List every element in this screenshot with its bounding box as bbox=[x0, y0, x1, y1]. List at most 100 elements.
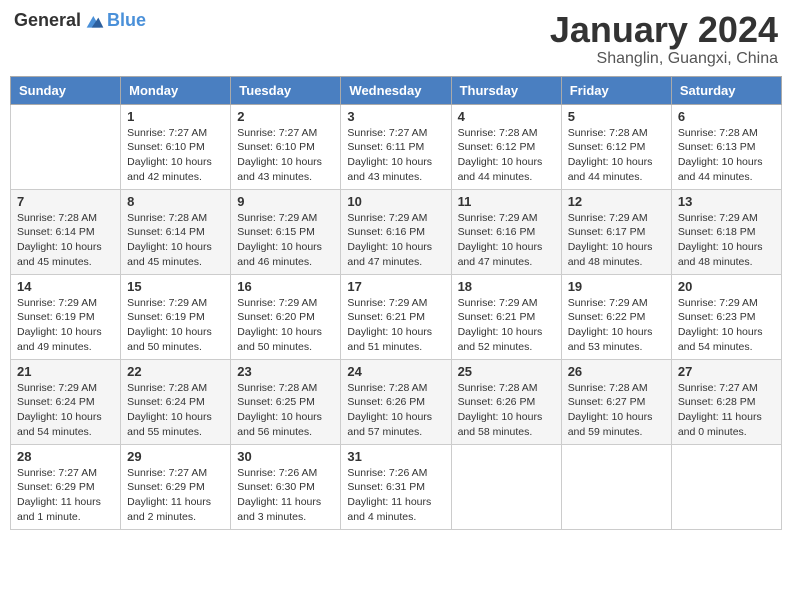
calendar-cell: 7Sunrise: 7:28 AMSunset: 6:14 PMDaylight… bbox=[11, 189, 121, 274]
day-number: 13 bbox=[678, 194, 775, 209]
calendar-cell: 5Sunrise: 7:28 AMSunset: 6:12 PMDaylight… bbox=[561, 104, 671, 189]
day-number: 25 bbox=[458, 364, 555, 379]
calendar-cell: 21 Sunrise: 7:29 AMSunset: 6:24 PMDayligh… bbox=[11, 359, 121, 444]
day-number: 31 bbox=[347, 449, 444, 464]
day-number: 23 bbox=[237, 364, 334, 379]
day-info: Sunrise: 7:29 AMSunset: 6:19 PMDaylight:… bbox=[127, 296, 224, 355]
calendar-cell: 23 Sunrise: 7:28 AMSunset: 6:25 PMDayligh… bbox=[231, 359, 341, 444]
day-number: 3 bbox=[347, 109, 444, 124]
day-number: 12 bbox=[568, 194, 665, 209]
day-info: Sunrise: 7:27 AMSunset: 6:11 PMDaylight:… bbox=[347, 126, 444, 185]
day-info: Sunrise: 7:28 AMSunset: 6:12 PMDaylight:… bbox=[458, 126, 555, 185]
day-info: Sunrise: 7:28 AMSunset: 6:26 PMDaylight:… bbox=[347, 381, 444, 440]
calendar-cell: 14 Sunrise: 7:29 AMSunset: 6:19 PMDayligh… bbox=[11, 274, 121, 359]
day-info: Sunrise: 7:27 AMSunset: 6:29 PMDaylight:… bbox=[17, 466, 114, 525]
calendar-cell: 4 Sunrise: 7:28 AMSunset: 6:12 PMDaylight… bbox=[451, 104, 561, 189]
calendar-cell bbox=[451, 444, 561, 529]
day-number: 6 bbox=[678, 109, 775, 124]
calendar-cell: 31 Sunrise: 7:26 AMSunset: 6:31 PMDayligh… bbox=[341, 444, 451, 529]
weekday-header-wednesday: Wednesday bbox=[341, 76, 451, 104]
day-number: 28 bbox=[17, 449, 114, 464]
day-number: 10 bbox=[347, 194, 444, 209]
day-number: 8 bbox=[127, 194, 224, 209]
day-info: Sunrise: 7:27 AMSunset: 6:29 PMDaylight:… bbox=[127, 466, 224, 525]
day-number: 26 bbox=[568, 364, 665, 379]
logo: General Blue bbox=[14, 10, 146, 31]
day-info: Sunrise: 7:28 AMSunset: 6:25 PMDaylight:… bbox=[237, 381, 334, 440]
calendar-cell: 6 Sunrise: 7:28 AMSunset: 6:13 PMDaylight… bbox=[671, 104, 781, 189]
day-number: 24 bbox=[347, 364, 444, 379]
day-number: 17 bbox=[347, 279, 444, 294]
day-info: Sunrise: 7:29 AMSunset: 6:24 PMDaylight:… bbox=[17, 381, 114, 440]
weekday-header-saturday: Saturday bbox=[671, 76, 781, 104]
day-number: 14 bbox=[17, 279, 114, 294]
day-number: 20 bbox=[678, 279, 775, 294]
calendar-cell: 8 Sunrise: 7:28 AMSunset: 6:14 PMDaylight… bbox=[121, 189, 231, 274]
calendar-cell bbox=[561, 444, 671, 529]
day-info: Sunrise: 7:29 AMSunset: 6:20 PMDaylight:… bbox=[237, 296, 334, 355]
day-info: Sunrise: 7:29 AMSunset: 6:16 PMDaylight:… bbox=[347, 211, 444, 270]
calendar-cell: 10 Sunrise: 7:29 AMSunset: 6:16 PMDayligh… bbox=[341, 189, 451, 274]
calendar-cell: 17Sunrise: 7:29 AMSunset: 6:21 PMDayligh… bbox=[341, 274, 451, 359]
day-info: Sunrise: 7:28 AMSunset: 6:26 PMDaylight:… bbox=[458, 381, 555, 440]
day-number: 30 bbox=[237, 449, 334, 464]
day-info: Sunrise: 7:28 AMSunset: 6:13 PMDaylight:… bbox=[678, 126, 775, 185]
calendar-cell: 24 Sunrise: 7:28 AMSunset: 6:26 PMDayligh… bbox=[341, 359, 451, 444]
header: General Blue January 2024 Shanglin, Guan… bbox=[10, 10, 782, 68]
calendar: SundayMondayTuesdayWednesdayThursdayFrid… bbox=[10, 76, 782, 530]
weekday-header-sunday: Sunday bbox=[11, 76, 121, 104]
day-info: Sunrise: 7:27 AMSunset: 6:28 PMDaylight:… bbox=[678, 381, 775, 440]
calendar-cell: 26 Sunrise: 7:28 AMSunset: 6:27 PMDayligh… bbox=[561, 359, 671, 444]
calendar-cell: 25 Sunrise: 7:28 AMSunset: 6:26 PMDayligh… bbox=[451, 359, 561, 444]
calendar-cell: 27 Sunrise: 7:27 AMSunset: 6:28 PMDayligh… bbox=[671, 359, 781, 444]
calendar-cell bbox=[11, 104, 121, 189]
day-number: 11 bbox=[458, 194, 555, 209]
day-info: Sunrise: 7:29 AMSunset: 6:21 PMDaylight:… bbox=[458, 296, 555, 355]
day-number: 22 bbox=[127, 364, 224, 379]
day-number: 5 bbox=[568, 109, 665, 124]
day-info: Sunrise: 7:27 AMSunset: 6:10 PMDaylight:… bbox=[127, 126, 224, 185]
day-number: 27 bbox=[678, 364, 775, 379]
calendar-cell: 19 Sunrise: 7:29 AMSunset: 6:22 PMDayligh… bbox=[561, 274, 671, 359]
day-info: Sunrise: 7:29 AMSunset: 6:23 PMDaylight:… bbox=[678, 296, 775, 355]
day-number: 15 bbox=[127, 279, 224, 294]
day-info: Sunrise: 7:29 AMSunset: 6:17 PMDaylight:… bbox=[568, 211, 665, 270]
calendar-cell: 1 Sunrise: 7:27 AMSunset: 6:10 PMDaylight… bbox=[121, 104, 231, 189]
day-info: Sunrise: 7:28 AMSunset: 6:14 PMDaylight:… bbox=[127, 211, 224, 270]
calendar-cell: 13 Sunrise: 7:29 AMSunset: 6:18 PMDayligh… bbox=[671, 189, 781, 274]
day-number: 1 bbox=[127, 109, 224, 124]
calendar-cell: 15 Sunrise: 7:29 AMSunset: 6:19 PMDayligh… bbox=[121, 274, 231, 359]
logo-icon bbox=[85, 11, 105, 31]
logo-blue: Blue bbox=[107, 10, 146, 31]
title-section: January 2024 Shanglin, Guangxi, China bbox=[550, 10, 778, 68]
day-number: 16 bbox=[237, 279, 334, 294]
location-title: Shanglin, Guangxi, China bbox=[550, 50, 778, 68]
calendar-cell: 12 Sunrise: 7:29 AMSunset: 6:17 PMDayligh… bbox=[561, 189, 671, 274]
day-info: Sunrise: 7:29 AMSunset: 6:22 PMDaylight:… bbox=[568, 296, 665, 355]
calendar-cell: 22 Sunrise: 7:28 AMSunset: 6:24 PMDayligh… bbox=[121, 359, 231, 444]
day-number: 9 bbox=[237, 194, 334, 209]
weekday-header-monday: Monday bbox=[121, 76, 231, 104]
calendar-cell: 18 Sunrise: 7:29 AMSunset: 6:21 PMDayligh… bbox=[451, 274, 561, 359]
day-number: 21 bbox=[17, 364, 114, 379]
calendar-cell: 20 Sunrise: 7:29 AMSunset: 6:23 PMDayligh… bbox=[671, 274, 781, 359]
weekday-header-thursday: Thursday bbox=[451, 76, 561, 104]
day-number: 2 bbox=[237, 109, 334, 124]
calendar-cell: 11 Sunrise: 7:29 AMSunset: 6:16 PMDayligh… bbox=[451, 189, 561, 274]
day-number: 4 bbox=[458, 109, 555, 124]
day-info: Sunrise: 7:28 AMSunset: 6:24 PMDaylight:… bbox=[127, 381, 224, 440]
day-info: Sunrise: 7:29 AMSunset: 6:19 PMDaylight:… bbox=[17, 296, 114, 355]
day-number: 7 bbox=[17, 194, 114, 209]
day-info: Sunrise: 7:28 AMSunset: 6:27 PMDaylight:… bbox=[568, 381, 665, 440]
day-info: Sunrise: 7:29 AMSunset: 6:16 PMDaylight:… bbox=[458, 211, 555, 270]
day-info: Sunrise: 7:29 AMSunset: 6:15 PMDaylight:… bbox=[237, 211, 334, 270]
day-info: Sunrise: 7:29 AMSunset: 6:18 PMDaylight:… bbox=[678, 211, 775, 270]
day-number: 19 bbox=[568, 279, 665, 294]
calendar-cell: 3 Sunrise: 7:27 AMSunset: 6:11 PMDaylight… bbox=[341, 104, 451, 189]
weekday-header-tuesday: Tuesday bbox=[231, 76, 341, 104]
day-info: Sunrise: 7:26 AMSunset: 6:30 PMDaylight:… bbox=[237, 466, 334, 525]
calendar-cell: 9 Sunrise: 7:29 AMSunset: 6:15 PMDaylight… bbox=[231, 189, 341, 274]
day-number: 18 bbox=[458, 279, 555, 294]
calendar-cell bbox=[671, 444, 781, 529]
day-info: Sunrise: 7:26 AMSunset: 6:31 PMDaylight:… bbox=[347, 466, 444, 525]
